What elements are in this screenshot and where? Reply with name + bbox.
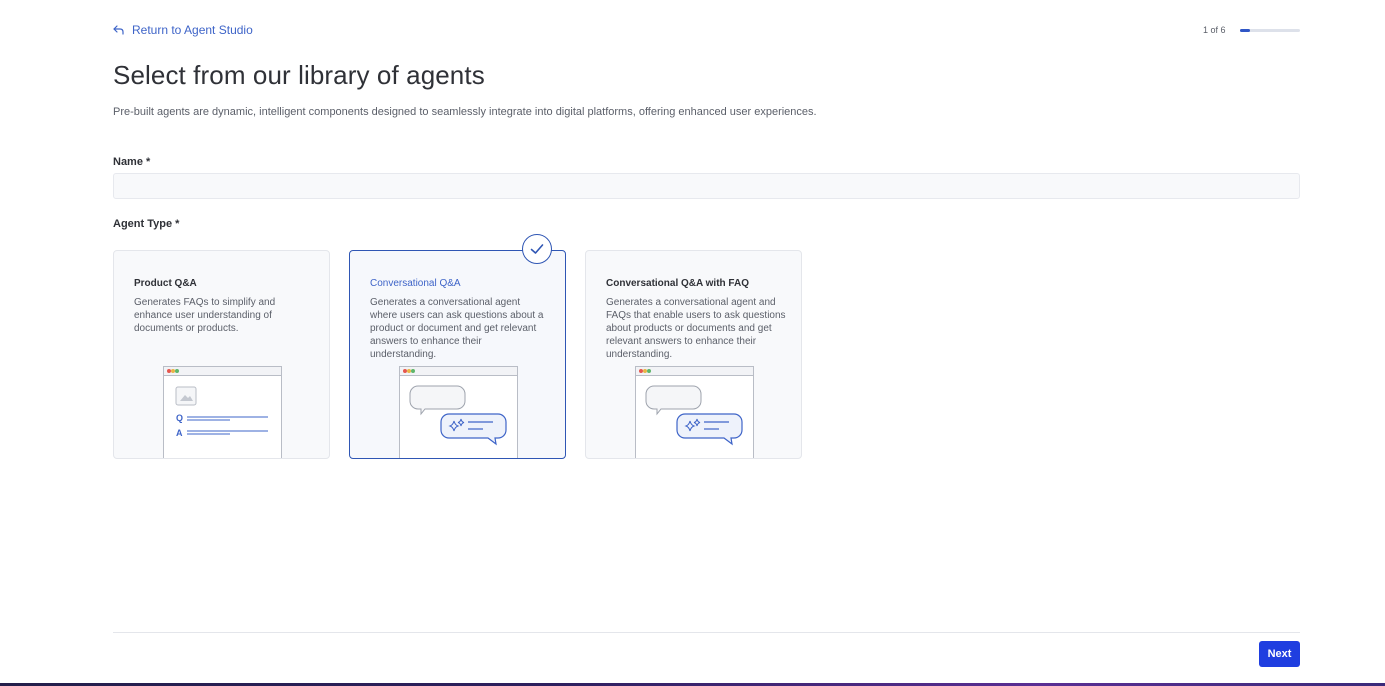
browser-window-bar <box>164 367 281 376</box>
agent-type-label: Agent Type * <box>113 218 180 230</box>
agent-type-card-conversational-qa-faq[interactable]: Conversational Q&A with FAQ Generates a … <box>585 250 802 459</box>
window-maximize-dot <box>411 369 415 373</box>
card-description: Generates a conversational agent and FAQ… <box>606 297 786 360</box>
window-maximize-dot <box>647 369 651 373</box>
step-progress-fill <box>1239 28 1250 32</box>
qa-page-graphic: Q A <box>175 386 268 438</box>
card-title: Product Q&A <box>134 278 197 289</box>
next-button[interactable]: Next <box>1259 641 1300 667</box>
qa-page-illustration: Q A <box>163 366 282 458</box>
return-arrow-icon <box>113 25 124 35</box>
return-to-agent-studio-link[interactable]: Return to Agent Studio <box>113 22 253 38</box>
a-letter: A <box>176 428 183 438</box>
name-input[interactable] <box>113 173 1300 199</box>
step-indicator: 1 of 6 <box>1203 24 1300 36</box>
name-label: Name * <box>113 156 151 168</box>
window-maximize-dot <box>175 369 179 373</box>
chat-bubbles-graphic <box>409 385 507 446</box>
user-chat-bubble <box>645 385 702 416</box>
page-subtitle: Pre-built agents are dynamic, intelligen… <box>113 106 817 118</box>
chat-bubbles-graphic <box>645 385 743 446</box>
browser-window-bar <box>400 367 517 376</box>
step-progress-bar <box>1239 28 1300 32</box>
agent-type-card-conversational-qa[interactable]: Conversational Q&A Generates a conversat… <box>349 250 566 459</box>
card-title: Conversational Q&A with FAQ <box>606 278 749 289</box>
card-description: Generates FAQs to simplify and enhance u… <box>134 297 276 334</box>
selected-check-icon <box>522 234 552 264</box>
chat-bubbles-illustration <box>635 366 754 458</box>
back-link-label[interactable]: Return to Agent Studio <box>132 23 253 37</box>
step-counter: 1 of 6 <box>1203 25 1226 35</box>
card-title: Conversational Q&A <box>370 278 461 289</box>
card-description: Generates a conversational agent where u… <box>370 297 544 360</box>
page-title: Select from our library of agents <box>113 60 485 90</box>
q-letter: Q <box>176 413 183 423</box>
chat-bubbles-illustration <box>399 366 518 458</box>
browser-window-bar <box>636 367 753 376</box>
agent-type-card-product-qa[interactable]: Product Q&A Generates FAQs to simplify a… <box>113 250 330 459</box>
user-chat-bubble <box>409 385 466 416</box>
footer-divider <box>113 632 1300 633</box>
